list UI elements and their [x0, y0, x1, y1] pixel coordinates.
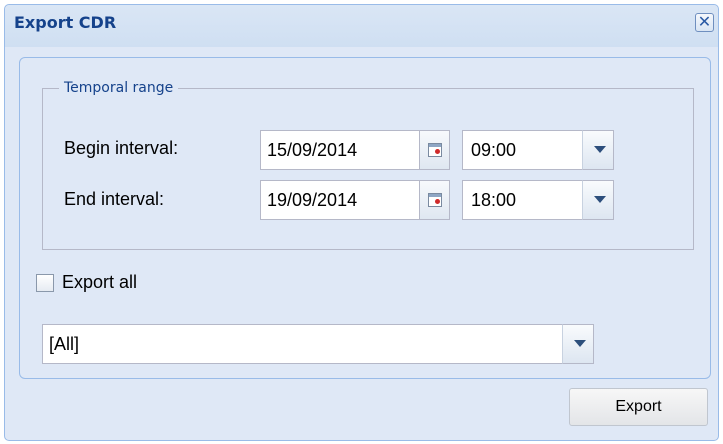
end-time-dropdown-button[interactable] — [582, 180, 614, 220]
filter-select: [All] — [42, 324, 594, 364]
end-time-combo: 18:00 — [462, 180, 614, 220]
chevron-down-icon — [594, 196, 606, 203]
end-interval-label: End interval: — [64, 189, 165, 209]
close-icon[interactable]: ✕ — [695, 13, 714, 32]
filter-select-input[interactable]: [All] — [42, 324, 563, 364]
dialog-body: Temporal range Begin interval: 15/09/201… — [19, 57, 711, 379]
begin-time-dropdown-button[interactable] — [582, 130, 614, 170]
end-date-input[interactable]: 19/09/2014 — [260, 180, 420, 220]
filter-select-dropdown-button[interactable] — [562, 324, 594, 364]
export-cdr-dialog: Export CDR ✕ Temporal range Begin interv… — [4, 4, 719, 441]
export-button[interactable]: Export — [569, 388, 708, 426]
begin-time-input[interactable]: 09:00 — [462, 130, 583, 170]
dialog-title: Export CDR — [14, 13, 117, 32]
begin-date-input[interactable]: 15/09/2014 — [260, 130, 420, 170]
begin-date-picker-button[interactable] — [420, 130, 450, 170]
begin-time-combo: 09:00 — [462, 130, 614, 170]
calendar-icon — [428, 143, 442, 157]
end-date-picker-button[interactable] — [420, 180, 450, 220]
end-date-field: 19/09/2014 — [260, 180, 450, 220]
dialog-titlebar: Export CDR ✕ — [5, 5, 718, 47]
begin-interval-label: Begin interval: — [64, 138, 179, 158]
chevron-down-icon — [594, 146, 606, 153]
calendar-icon — [428, 193, 442, 207]
chevron-down-icon — [574, 340, 586, 347]
temporal-range-legend: Temporal range — [64, 80, 174, 96]
end-time-input[interactable]: 18:00 — [462, 180, 583, 220]
export-all-checkbox[interactable] — [36, 274, 54, 292]
begin-date-field: 15/09/2014 — [260, 130, 450, 170]
export-all-label[interactable]: Export all — [62, 272, 137, 293]
